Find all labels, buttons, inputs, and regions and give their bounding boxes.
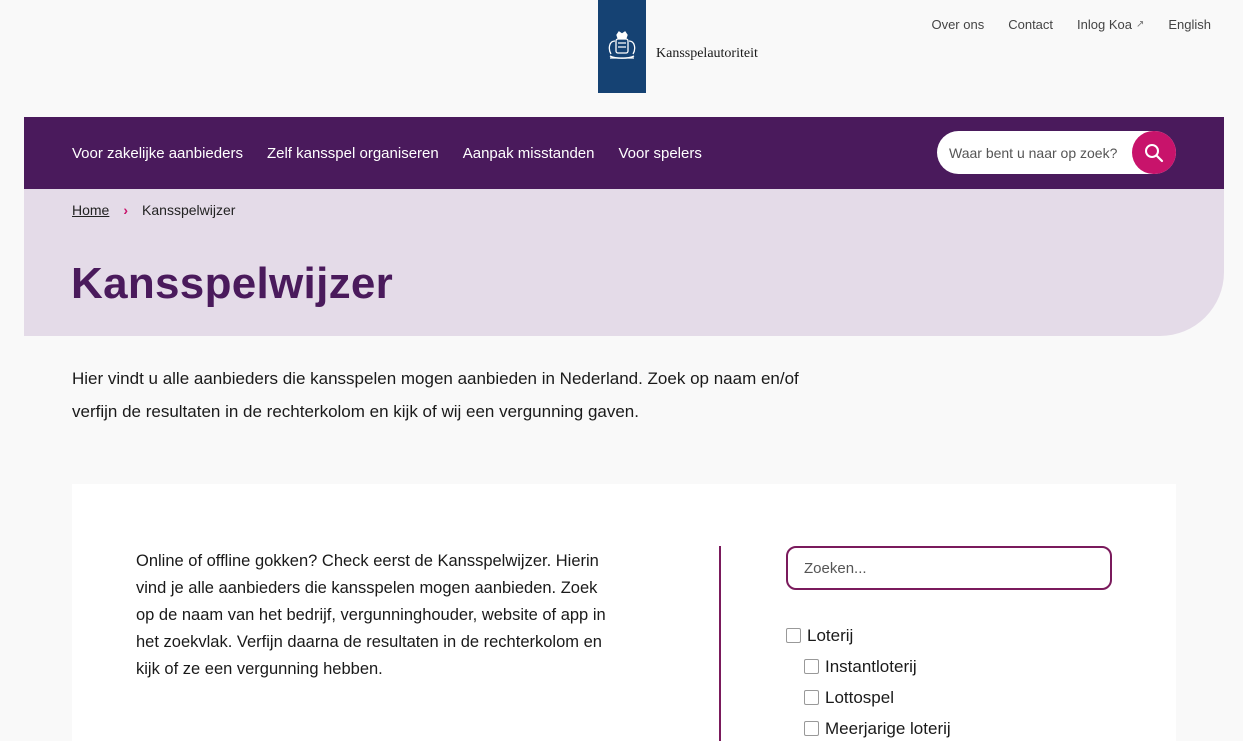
breadcrumb: Home › Kansspelwijzer bbox=[72, 202, 235, 218]
site-search bbox=[937, 131, 1176, 174]
logo-text[interactable]: Kansspelautoriteit bbox=[656, 46, 758, 62]
search-icon bbox=[1145, 143, 1164, 162]
rijksoverheid-crest-icon bbox=[608, 30, 636, 59]
checkbox[interactable] bbox=[786, 628, 801, 643]
filter-item-instantloterij[interactable]: Instantloterij bbox=[786, 651, 951, 682]
utility-nav: Over ons Contact Inlog Koa ↗ English bbox=[931, 17, 1211, 32]
util-link-inlog-koa-label: Inlog Koa bbox=[1077, 17, 1132, 32]
card-description: Online of offline gokken? Check eerst de… bbox=[136, 552, 606, 678]
nav-item-voor-spelers[interactable]: Voor spelers bbox=[618, 145, 701, 162]
filter-label: Lottospel bbox=[825, 687, 894, 707]
nav-item-zelf-kansspel-organiseren[interactable]: Zelf kansspel organiseren bbox=[267, 145, 439, 162]
nav-item-zakelijke-aanbieders[interactable]: Voor zakelijke aanbieders bbox=[72, 145, 243, 162]
site-search-button[interactable] bbox=[1132, 131, 1176, 174]
checkbox[interactable] bbox=[804, 721, 819, 736]
checkbox[interactable] bbox=[804, 659, 819, 674]
checkbox[interactable] bbox=[804, 690, 819, 705]
main-nav: Voor zakelijke aanbieders Zelf kansspel … bbox=[24, 117, 1224, 189]
site-search-input[interactable] bbox=[937, 131, 1127, 174]
filter-list: Loterij Instantloterij Lottospel Meerjar… bbox=[786, 620, 951, 741]
util-link-english[interactable]: English bbox=[1168, 17, 1211, 32]
chevron-right-icon: › bbox=[123, 202, 129, 218]
intro-text: Hier vindt u alle aanbieders die kansspe… bbox=[72, 369, 799, 421]
util-link-inlog-koa[interactable]: Inlog Koa ↗ bbox=[1077, 17, 1144, 32]
kansspelwijzer-card: Online of offline gokken? Check eerst de… bbox=[72, 484, 1176, 741]
filter-item-loterij[interactable]: Loterij bbox=[786, 620, 951, 651]
filter-label: Loterij bbox=[807, 625, 854, 645]
page-title: Kansspelwijzer bbox=[71, 259, 394, 308]
filter-item-lottospel[interactable]: Lottospel bbox=[786, 682, 951, 713]
filter-item-meerjarige-loterij[interactable]: Meerjarige loterij bbox=[786, 713, 951, 741]
main-nav-items: Voor zakelijke aanbieders Zelf kansspel … bbox=[72, 145, 702, 162]
nav-item-aanpak-misstanden[interactable]: Aanpak misstanden bbox=[463, 145, 595, 162]
breadcrumb-home[interactable]: Home bbox=[72, 202, 109, 218]
logo-ribbon[interactable] bbox=[598, 0, 646, 93]
breadcrumb-current: Kansspelwijzer bbox=[142, 202, 236, 218]
util-link-over-ons[interactable]: Over ons bbox=[931, 17, 984, 32]
util-link-contact[interactable]: Contact bbox=[1008, 17, 1053, 32]
external-link-icon: ↗ bbox=[1135, 19, 1145, 30]
filter-search-input[interactable] bbox=[786, 546, 1112, 590]
filter-label: Meerjarige loterij bbox=[825, 718, 951, 738]
page-hero: Home › Kansspelwijzer Kansspelwijzer bbox=[24, 189, 1224, 336]
column-divider bbox=[719, 546, 721, 741]
filter-label: Instantloterij bbox=[825, 656, 917, 676]
